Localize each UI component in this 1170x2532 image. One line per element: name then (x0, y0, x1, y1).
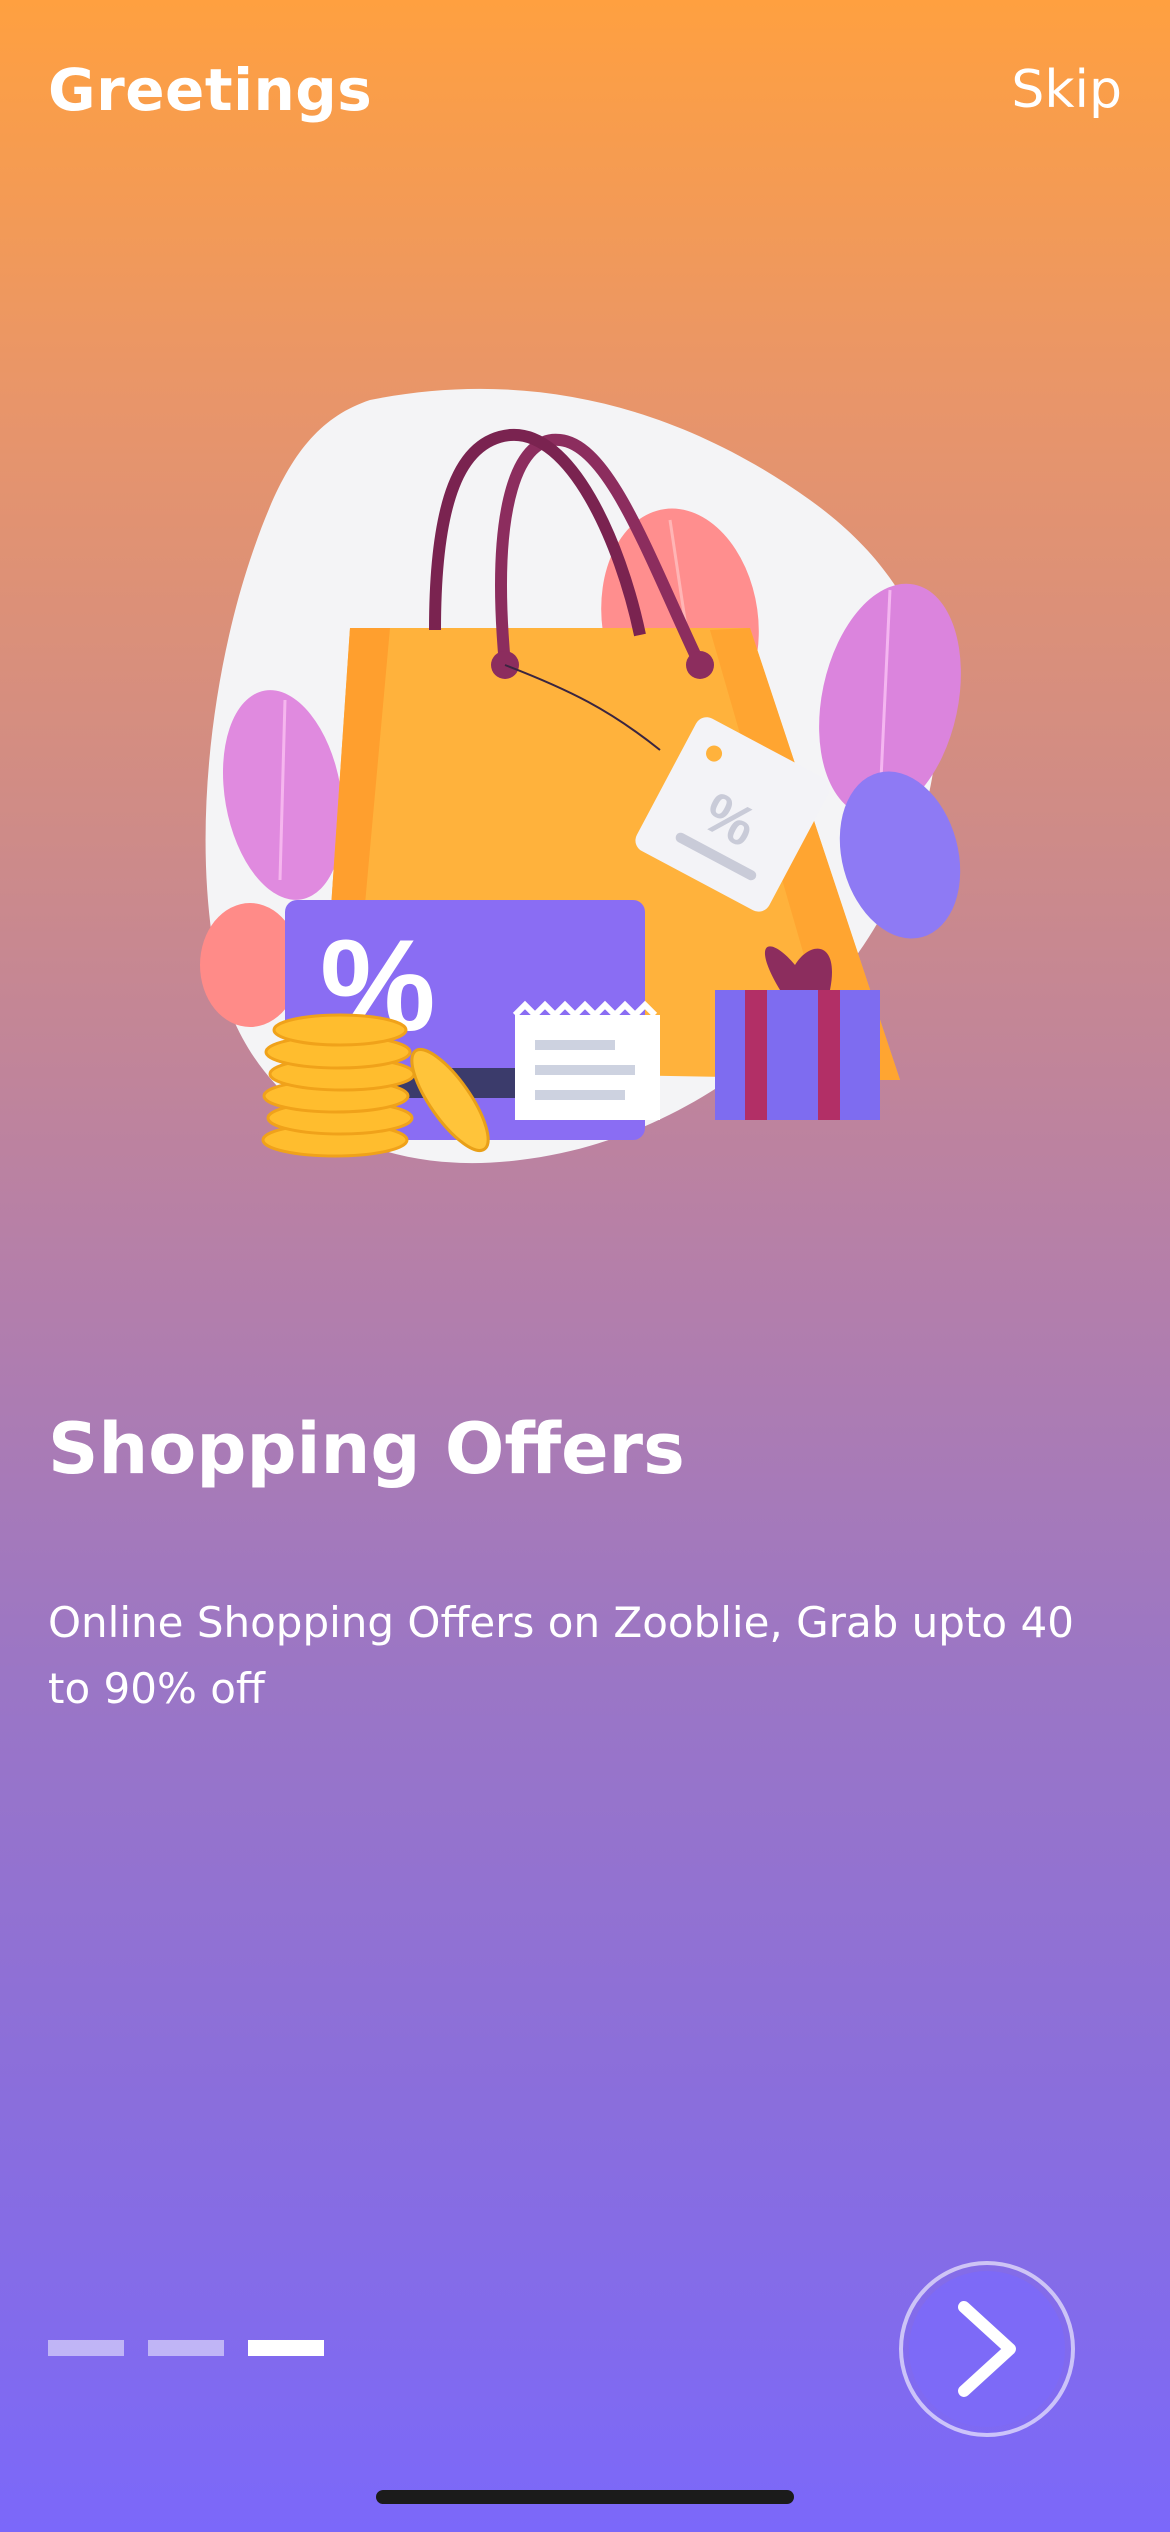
onboarding-headline: Shopping Offers (48, 1408, 685, 1490)
page-indicator-dot-3 (248, 2340, 324, 2356)
page-indicator (48, 2340, 324, 2356)
next-button-inner[interactable] (909, 2271, 1065, 2427)
page-indicator-dot-2 (148, 2340, 224, 2356)
page-indicator-dot-1 (48, 2340, 124, 2356)
home-indicator (376, 2490, 794, 2504)
page-title: Greetings (48, 56, 373, 124)
onboarding-description: Online Shopping Offers on Zooblie, Grab … (48, 1598, 1074, 1713)
shopping-offers-illustration: % % (200, 388, 961, 1164)
chevron-right-icon (958, 2301, 1016, 2397)
next-button[interactable] (899, 2261, 1075, 2437)
skip-button[interactable]: Skip (1011, 60, 1122, 120)
